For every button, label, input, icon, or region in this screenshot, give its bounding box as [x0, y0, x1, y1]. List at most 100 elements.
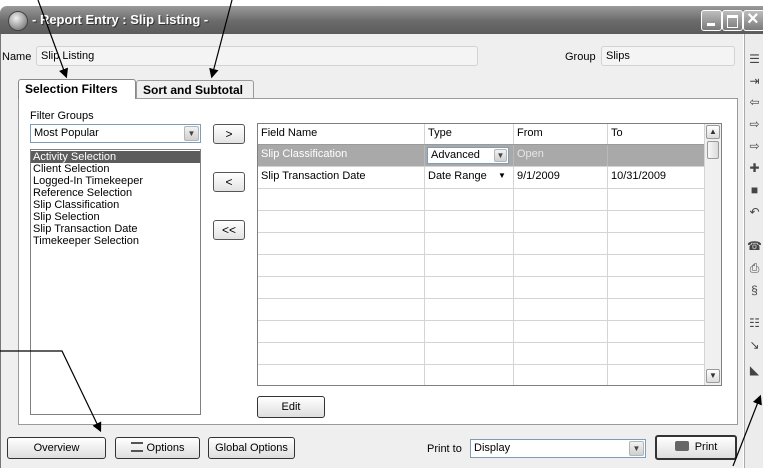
empty-cell[interactable] — [608, 255, 706, 276]
add-filter-button[interactable]: > — [213, 124, 245, 144]
empty-cell[interactable] — [608, 233, 706, 254]
chevron-down-icon[interactable]: ▼ — [629, 441, 644, 456]
empty-cell[interactable] — [514, 233, 608, 254]
print-button[interactable]: Print — [655, 435, 737, 460]
group-field[interactable]: Slips — [601, 46, 735, 66]
from-cell[interactable]: 9/1/2009 — [514, 167, 608, 188]
to-cell[interactable]: 10/31/2009 — [608, 167, 706, 188]
table-row[interactable] — [258, 321, 706, 343]
vertical-scrollbar[interactable]: ▲ ▼ — [704, 124, 721, 385]
maximize-button[interactable] — [722, 10, 743, 31]
empty-cell[interactable] — [425, 365, 514, 385]
list-item[interactable]: Slip Transaction Date — [31, 223, 200, 235]
print-to-dropdown[interactable]: Display ▼ — [470, 439, 646, 458]
save-icon[interactable]: ■ — [747, 183, 762, 198]
empty-cell[interactable] — [514, 299, 608, 320]
global-options-button[interactable]: Global Options — [208, 437, 295, 459]
empty-cell[interactable] — [514, 211, 608, 232]
table-row[interactable] — [258, 277, 706, 299]
link-icon[interactable]: ↘ — [747, 338, 762, 353]
from-cell[interactable]: Open — [514, 145, 608, 166]
empty-cell[interactable] — [425, 343, 514, 364]
table-row[interactable] — [258, 189, 706, 211]
empty-cell[interactable] — [514, 277, 608, 298]
options-button[interactable]: Options — [115, 437, 200, 459]
empty-cell[interactable] — [258, 321, 425, 342]
spell-icon[interactable]: § — [747, 283, 762, 298]
app-icon[interactable] — [8, 11, 28, 31]
list-item[interactable]: Timekeeper Selection — [31, 235, 200, 247]
empty-cell[interactable] — [258, 365, 425, 385]
close-button[interactable] — [743, 8, 763, 31]
empty-cell[interactable] — [425, 299, 514, 320]
minimize-button[interactable] — [701, 10, 722, 31]
filter-groups-dropdown[interactable]: Most Popular ▼ — [30, 124, 201, 143]
empty-cell[interactable] — [258, 255, 425, 276]
overview-button[interactable]: Overview — [7, 437, 106, 459]
scroll-up-button[interactable]: ▲ — [706, 125, 720, 139]
filter-list[interactable]: Activity Selection Client Selection Logg… — [30, 149, 201, 415]
field-name-cell[interactable]: Slip Transaction Date — [258, 167, 425, 188]
table-row[interactable] — [258, 365, 706, 385]
edit-button[interactable]: Edit — [257, 396, 325, 418]
list-item[interactable]: Activity Selection — [31, 151, 200, 163]
empty-cell[interactable] — [258, 189, 425, 210]
type-cell[interactable]: Advanced ▼ — [425, 145, 514, 166]
empty-cell[interactable] — [608, 365, 706, 385]
add-icon[interactable]: ✚ — [747, 161, 762, 176]
empty-cell[interactable] — [425, 211, 514, 232]
table-row[interactable]: Slip Classification Advanced ▼ Open — [258, 145, 706, 167]
table-row[interactable]: Slip Transaction Date Date Range ▼ 9/1/2… — [258, 167, 706, 189]
tab-selection-filters[interactable]: Selection Filters — [18, 79, 136, 99]
remove-filter-button[interactable]: < — [213, 172, 245, 192]
empty-cell[interactable] — [608, 299, 706, 320]
chart-icon[interactable]: ◣ — [747, 363, 762, 378]
print-icon[interactable]: ⎙ — [747, 261, 762, 276]
tab-sort-and-subtotal[interactable]: Sort and Subtotal — [136, 80, 254, 99]
empty-cell[interactable] — [425, 189, 514, 210]
empty-cell[interactable] — [425, 321, 514, 342]
back-icon[interactable]: ⇦ — [747, 95, 762, 110]
undo-icon[interactable]: ↶ — [747, 205, 762, 220]
empty-cell[interactable] — [608, 277, 706, 298]
scroll-down-button[interactable]: ▼ — [706, 369, 720, 383]
empty-cell[interactable] — [425, 255, 514, 276]
table-row[interactable] — [258, 233, 706, 255]
type-cell[interactable]: Date Range ▼ — [425, 167, 514, 188]
forward-icon[interactable]: ⇨ — [747, 117, 762, 132]
empty-cell[interactable] — [258, 233, 425, 254]
list-item[interactable]: Logged-In Timekeeper — [31, 175, 200, 187]
list-item[interactable]: Slip Classification — [31, 199, 200, 211]
table-row[interactable] — [258, 255, 706, 277]
chevron-down-icon[interactable]: ▼ — [494, 149, 507, 162]
empty-cell[interactable] — [514, 189, 608, 210]
empty-cell[interactable] — [258, 343, 425, 364]
report-icon[interactable]: ☷ — [747, 316, 762, 331]
chevron-down-icon[interactable]: ▼ — [184, 126, 199, 141]
column-header[interactable]: Type — [425, 124, 514, 144]
column-header[interactable]: To — [608, 124, 706, 144]
empty-cell[interactable] — [425, 233, 514, 254]
empty-cell[interactable] — [608, 343, 706, 364]
empty-cell[interactable] — [608, 189, 706, 210]
empty-cell[interactable] — [258, 299, 425, 320]
table-row[interactable] — [258, 343, 706, 365]
next-icon[interactable]: ⇨ — [747, 139, 762, 154]
remove-all-filters-button[interactable]: << — [213, 220, 245, 240]
empty-cell[interactable] — [514, 365, 608, 385]
empty-cell[interactable] — [514, 255, 608, 276]
list-item[interactable]: Client Selection — [31, 163, 200, 175]
to-cell[interactable] — [608, 145, 706, 166]
table-row[interactable] — [258, 211, 706, 233]
empty-cell[interactable] — [514, 343, 608, 364]
column-header[interactable]: From — [514, 124, 608, 144]
filter-grid[interactable]: Field Name Type From To Slip Classificat… — [257, 123, 722, 386]
empty-cell[interactable] — [514, 321, 608, 342]
field-name-cell[interactable]: Slip Classification — [258, 145, 425, 166]
notes-icon[interactable]: ☰ — [747, 52, 762, 67]
column-header[interactable]: Field Name — [258, 124, 425, 144]
empty-cell[interactable] — [608, 321, 706, 342]
jump-icon[interactable]: ⇥ — [747, 74, 762, 89]
empty-cell[interactable] — [258, 211, 425, 232]
empty-cell[interactable] — [425, 277, 514, 298]
